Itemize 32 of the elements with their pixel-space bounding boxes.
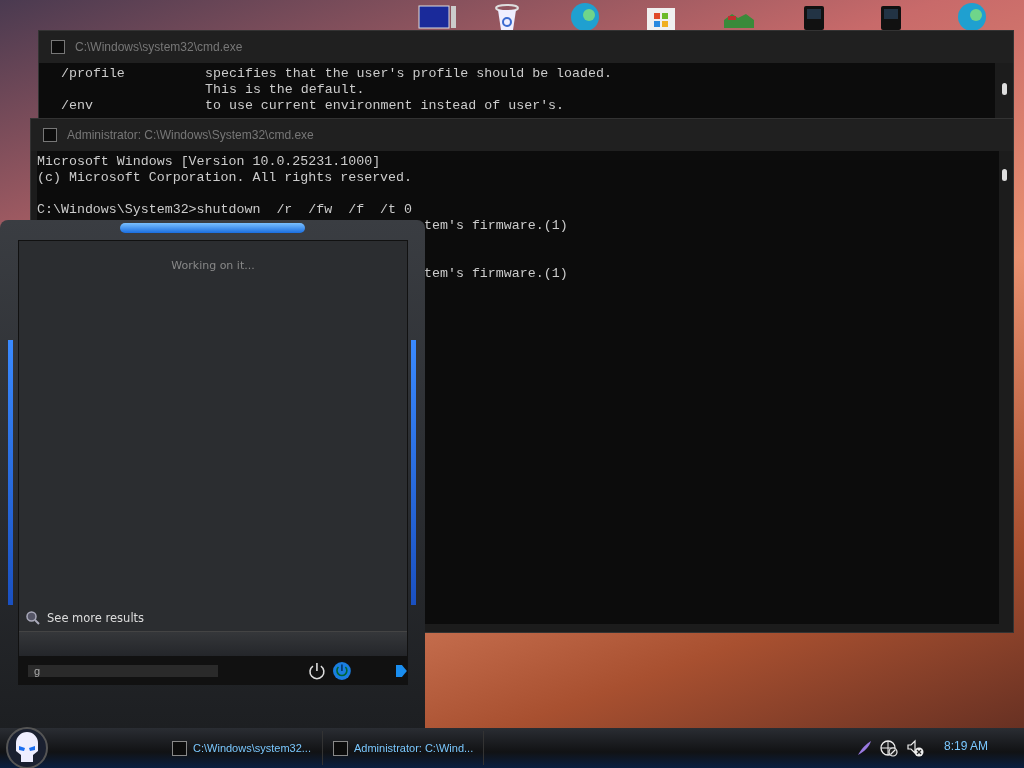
window-title: Administrator: C:\Windows\System32\cmd.exe — [67, 128, 314, 142]
network-icon[interactable] — [879, 739, 898, 757]
search-field[interactable]: g — [28, 665, 219, 677]
console-text: This is the default. — [205, 82, 365, 98]
console-text: tem's firmware.(1) — [424, 266, 568, 281]
status-text: Working on it... — [170, 259, 256, 272]
console-text: /profile — [61, 66, 125, 81]
console-icon — [333, 740, 348, 756]
see-more-results-link[interactable]: See more results — [47, 611, 145, 625]
scrollbar-thumb[interactable] — [1002, 169, 1007, 181]
taskbar-button[interactable]: C:\Windows\system32... — [166, 731, 323, 765]
browser-icon[interactable] — [568, 0, 602, 30]
arrow-icon[interactable] — [394, 663, 408, 679]
console-text: tem's firmware.(1) — [424, 218, 568, 233]
scrollbar-thumb[interactable] — [1002, 83, 1007, 95]
speaker-muted-icon[interactable] — [905, 739, 924, 757]
clock[interactable]: 8:19 AM — [943, 739, 988, 753]
console-text: to use current environment instead of user's. — [205, 98, 565, 114]
search-icon — [25, 610, 41, 626]
feather-icon[interactable] — [855, 740, 872, 756]
console-icon — [43, 128, 57, 142]
window-title: C:\Windows\system32\cmd.exe — [75, 40, 243, 54]
console-text: /env — [61, 98, 93, 113]
console-text: (c) Microsoft Corporation. All rights reserved. — [37, 170, 413, 185]
taskbar-button[interactable]: Administrator: C:\Wind... — [327, 731, 484, 765]
console-icon — [51, 40, 65, 54]
start-button[interactable] — [6, 727, 48, 768]
power-icon[interactable] — [308, 662, 327, 680]
console-text: specifies that the user's profile should be loaded. — [205, 66, 612, 82]
console-icon — [172, 740, 187, 756]
console-text: Microsoft Windows [Version 10.0.25231.1000] — [37, 154, 381, 169]
console-text: C:\Windows\System32>shutdown /r /fw /f /t 0 — [37, 202, 413, 217]
